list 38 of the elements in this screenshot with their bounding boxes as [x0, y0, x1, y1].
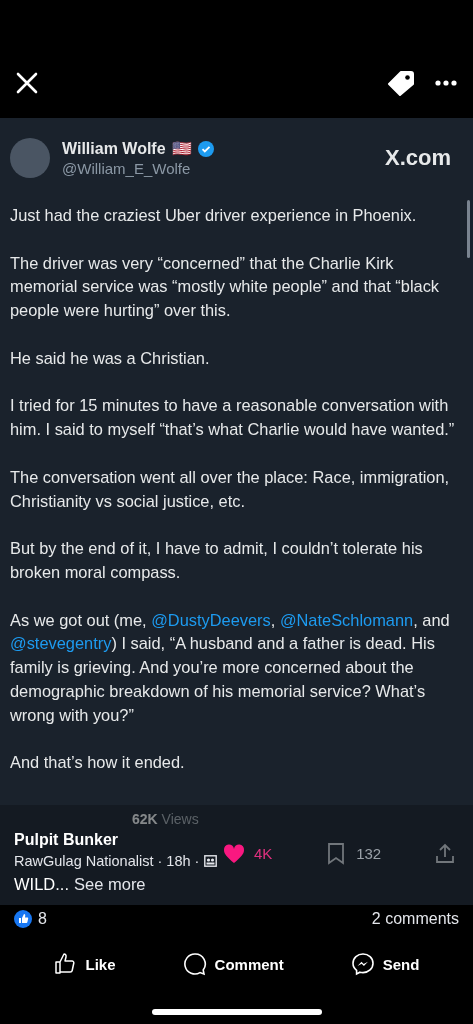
tag-icon[interactable]: [387, 70, 415, 96]
comment-button[interactable]: Comment: [178, 948, 288, 980]
tweet-paragraph: As we got out (me, @DustyDeevers, @NateSchlomann, and @stevegentry) I said, “A husband and a father is dead. His family is grieving. And you’re more concerned about the demographic breakdown of his memorial service? What’s wrong with you?”: [10, 609, 451, 726]
post-meta: RawGulag Nationalist · 18h ·: [14, 853, 200, 869]
tweet-paragraph: I tried for 15 minutes to have a reasonable conversation with him. I said to myself “that’s what Charlie would have wanted.”: [10, 395, 456, 441]
tweet-paragraph: He said he was a Christian.: [10, 347, 211, 369]
author-name[interactable]: William Wolfe: [62, 139, 166, 158]
tweet-paragraph: The driver was very “concerned” that the Charlie Kirk memorial service was “mostly white people” and that “black people were hurting” over this.: [10, 252, 441, 322]
like-count: 4K: [254, 845, 273, 863]
share-icon[interactable]: [433, 841, 457, 866]
like-button[interactable]: Like: [49, 948, 120, 980]
see-more-link[interactable]: See more: [74, 875, 146, 894]
tweet-paragraph: The conversation went all over the place: Race, immigration, Christianity vs social justice, etc.: [10, 466, 451, 512]
post-caption: WILD...: [14, 875, 69, 894]
comment-icon: [182, 952, 207, 976]
like-icon: [53, 952, 78, 976]
send-button[interactable]: Send: [346, 948, 424, 980]
mention-link[interactable]: @stevegentry: [10, 634, 112, 653]
tweet-paragraph: But by the end of it, I have to admit, I couldn’t tolerate his broken moral compass.: [10, 538, 424, 583]
send-icon: [350, 952, 375, 976]
audience-icon: [204, 855, 218, 867]
mention-link[interactable]: @DustyDeevers: [151, 610, 271, 629]
source-label: X.com: [384, 145, 451, 171]
verified-badge-icon: [197, 140, 214, 157]
mention-link[interactable]: @NateSchlomann: [279, 610, 414, 629]
like-reaction-icon: [14, 910, 32, 928]
bookmark-count: 132: [356, 845, 382, 863]
tweet-paragraph: And that’s how it ended.: [10, 752, 186, 774]
page-name[interactable]: Pulpit Bunker: [14, 831, 118, 849]
timestamp: 62K Views: [132, 810, 199, 827]
flag-emoji: 🇺🇸: [171, 139, 192, 158]
comments-count[interactable]: 2 comments: [371, 910, 459, 928]
author-handle[interactable]: @William_E_Wolfe: [62, 160, 214, 177]
more-icon[interactable]: [435, 80, 457, 86]
reaction-count[interactable]: 8: [38, 910, 47, 928]
close-icon[interactable]: [16, 72, 38, 94]
tweet-paragraph: Just had the craziest Uber driver experience in Phoenix.: [10, 205, 418, 226]
scrollbar: [467, 200, 470, 258]
